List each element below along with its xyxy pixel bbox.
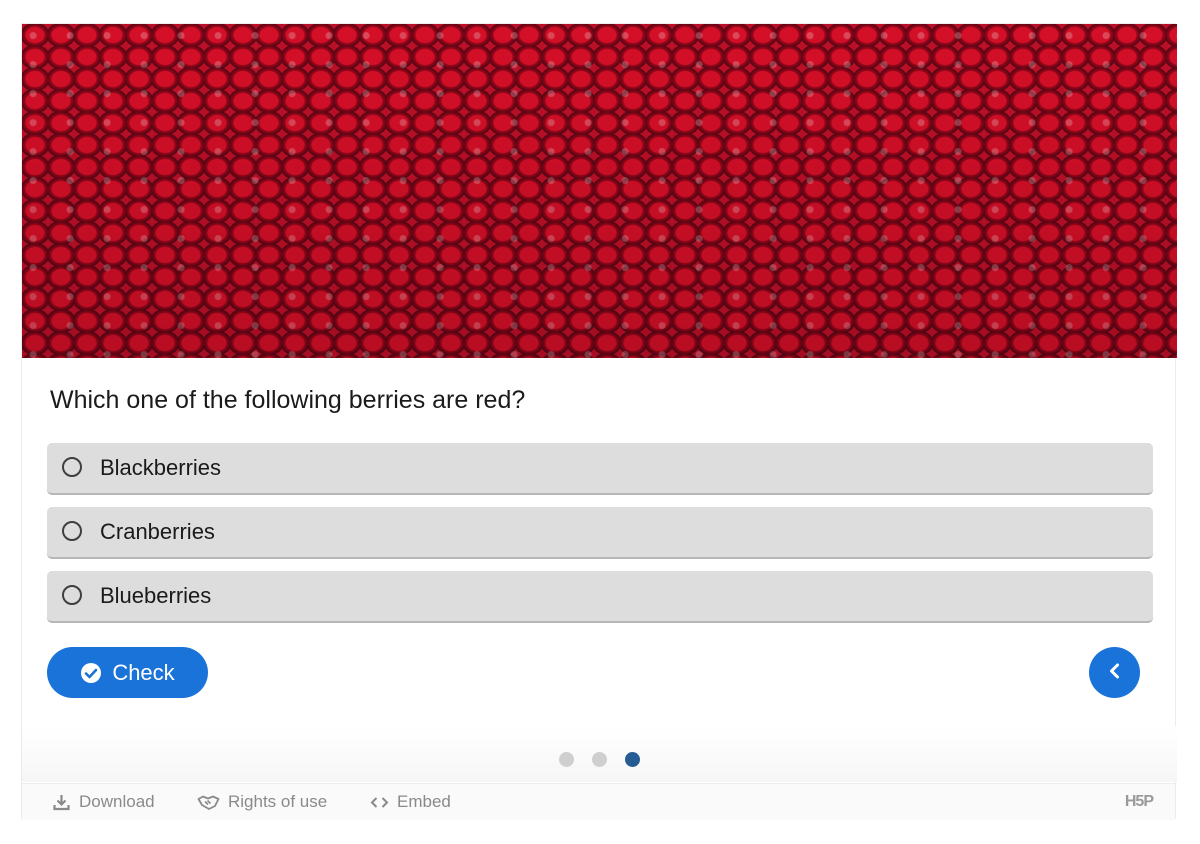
h5p-content-frame: Which one of the following berries are r… xyxy=(21,23,1177,820)
rights-of-use-label: Rights of use xyxy=(228,792,328,811)
check-circle-icon xyxy=(80,662,102,684)
answer-option-blueberries[interactable]: Blueberries xyxy=(47,571,1153,623)
footer-bar: Download Rights of use Embed H5P xyxy=(22,783,1175,820)
download-link[interactable]: Download xyxy=(52,792,155,812)
answer-list: Blackberries Cranberries Blueberries xyxy=(47,443,1153,635)
check-label: Check xyxy=(112,659,175,685)
radio-icon[interactable] xyxy=(62,585,82,605)
answer-option-blackberries[interactable]: Blackberries xyxy=(47,443,1153,495)
cranberries-image xyxy=(22,24,1177,358)
chevron-left-icon xyxy=(1104,660,1126,685)
download-label: Download xyxy=(79,792,155,811)
radio-icon[interactable] xyxy=(62,521,82,541)
rights-of-use-link[interactable]: Rights of use xyxy=(197,792,327,812)
progress-dot-3-current[interactable] xyxy=(625,752,640,767)
answer-label: Blueberries xyxy=(100,583,212,608)
code-embed-icon xyxy=(370,793,389,812)
answer-option-cranberries[interactable]: Cranberries xyxy=(47,507,1153,559)
answer-label: Blackberries xyxy=(100,455,222,480)
progress-dots xyxy=(559,752,640,767)
previous-button[interactable] xyxy=(1089,647,1140,698)
h5p-logo[interactable]: H5P xyxy=(1125,793,1154,811)
embed-label: Embed xyxy=(397,792,451,811)
embed-link[interactable]: Embed xyxy=(370,792,451,812)
image-shade xyxy=(22,24,1177,358)
check-button[interactable]: Check xyxy=(47,647,208,698)
answer-label: Cranberries xyxy=(100,519,215,544)
download-icon xyxy=(52,793,71,812)
radio-icon[interactable] xyxy=(62,457,82,477)
progress-dot-1[interactable] xyxy=(559,752,574,767)
handshake-icon xyxy=(197,793,220,812)
question-text: Which one of the following berries are r… xyxy=(50,386,526,414)
progress-dot-2[interactable] xyxy=(592,752,607,767)
